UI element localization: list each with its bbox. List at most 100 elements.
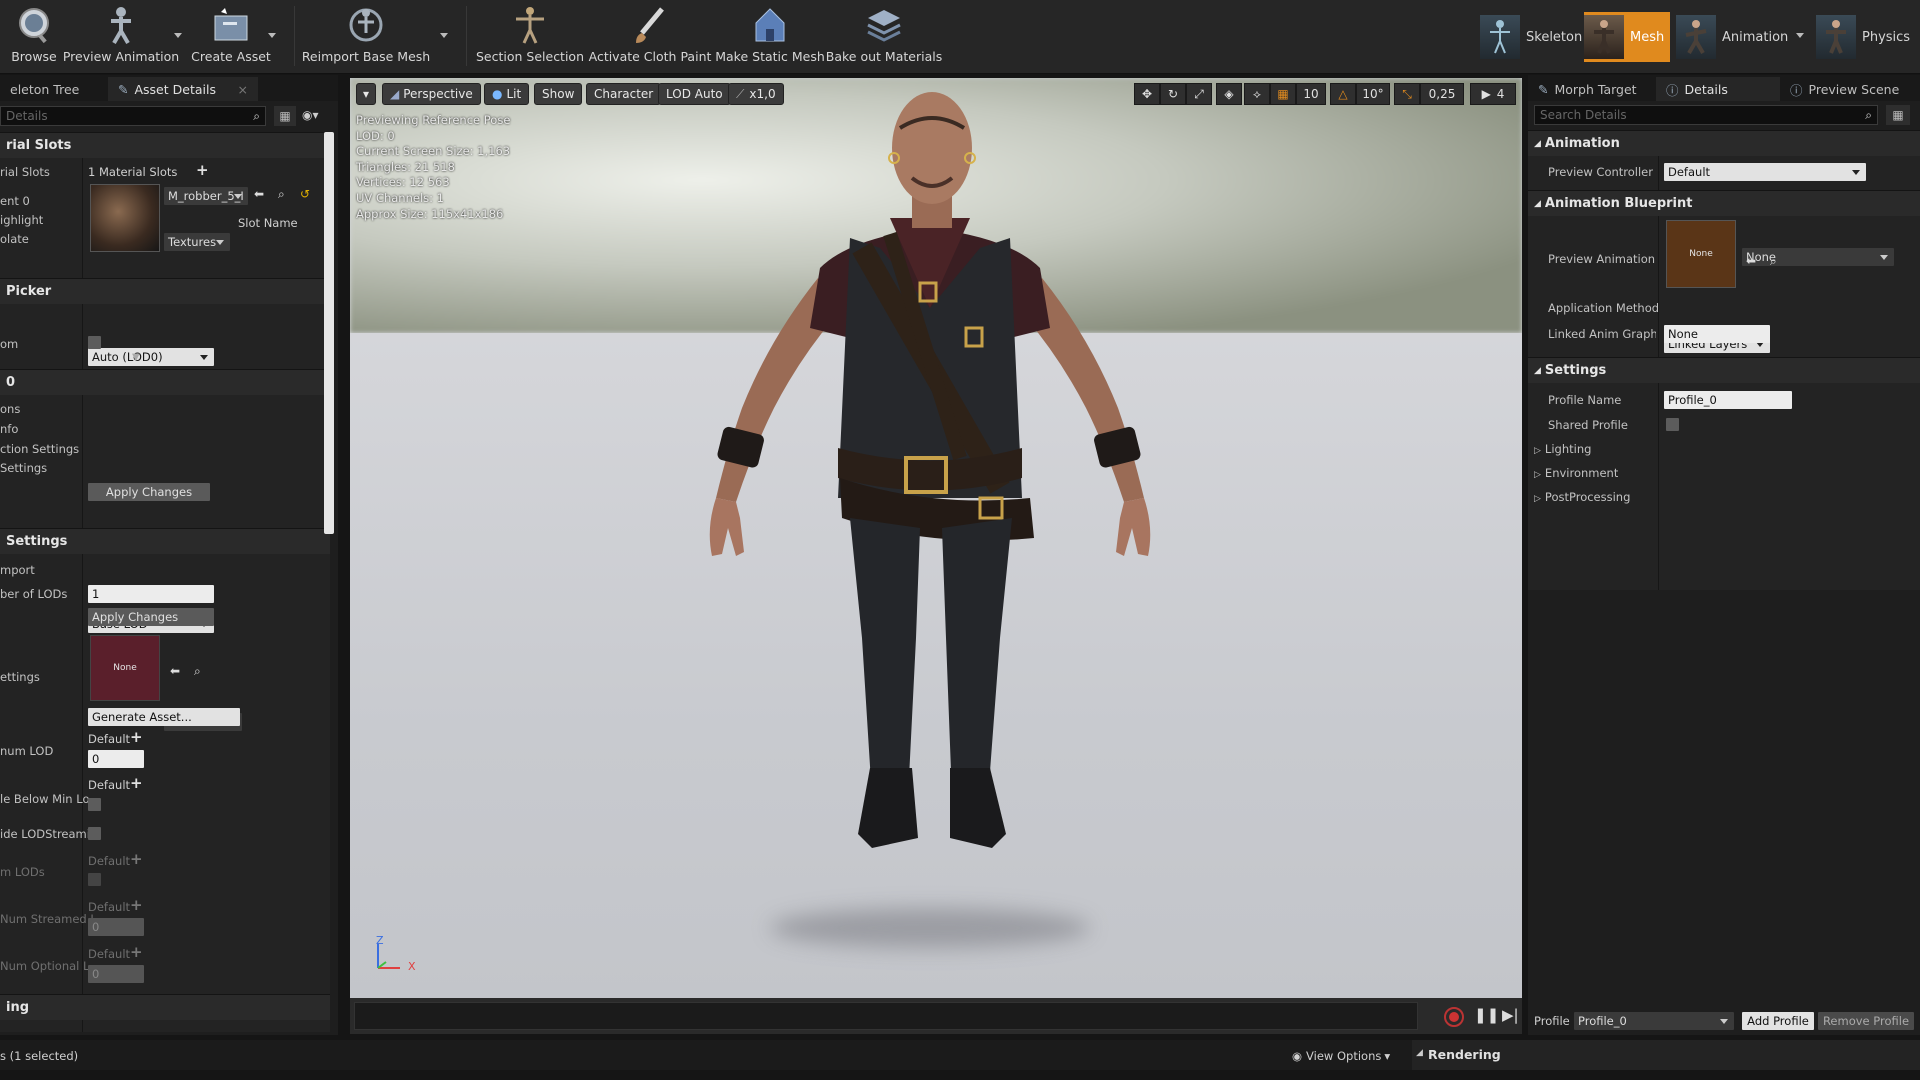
anim-blueprint-arrow-icon[interactable]: ⬅ xyxy=(1746,254,1756,268)
lod-settings-category[interactable]: Settings xyxy=(0,528,330,554)
scale-snap-icon[interactable]: ⤡ xyxy=(1394,83,1420,105)
step-forward-icon[interactable]: ▶| xyxy=(1502,1006,1519,1024)
lod-settings-search-icon[interactable]: ⌕ xyxy=(194,664,201,679)
anim-blueprint-search-icon[interactable]: ⌕ xyxy=(1770,254,1777,269)
activate-cloth-paint-button[interactable]: Activate Cloth Paint xyxy=(589,4,711,70)
perspective-button[interactable]: ◢ Perspective xyxy=(382,83,481,105)
shared-profile-checkbox[interactable] xyxy=(1666,418,1679,431)
postprocessing-group[interactable]: ▷ PostProcessing xyxy=(1534,490,1630,504)
lod-auto-button[interactable]: LOD Auto xyxy=(658,83,731,105)
tab-details[interactable]: ⓘ Details xyxy=(1656,77,1780,101)
record-icon[interactable] xyxy=(1444,1007,1464,1027)
profile-name-input[interactable]: Profile_0 xyxy=(1664,391,1792,409)
browse-search-icon[interactable]: ⌕ xyxy=(278,187,285,202)
remove-profile-button[interactable]: Remove Profile xyxy=(1818,1012,1914,1030)
mode-animation-button[interactable]: Animation xyxy=(1676,12,1788,62)
mode-skeleton-button[interactable]: Skeleton xyxy=(1480,12,1582,62)
view-options-grid-icon[interactable]: ▦ xyxy=(274,106,296,126)
lighting-group[interactable]: ▷ Lighting xyxy=(1534,442,1591,456)
override-lod-streaming-checkbox[interactable] xyxy=(88,827,101,840)
expand-advanced-icon[interactable]: ▼ xyxy=(132,352,140,363)
use-selected-arrow-icon[interactable]: ⬅ xyxy=(254,187,264,201)
scale-icon[interactable]: ⤢ xyxy=(1186,83,1212,105)
section-selection-button[interactable]: Section Selection xyxy=(476,4,584,70)
material-thumbnail[interactable] xyxy=(90,184,160,252)
add-profile-button[interactable]: Add Profile xyxy=(1742,1012,1814,1030)
grid-snap-value[interactable]: 10 xyxy=(1296,83,1326,105)
translate-icon[interactable]: ✥ xyxy=(1134,83,1160,105)
mode-physics-button[interactable]: Physics xyxy=(1816,12,1910,62)
camera-speed-button[interactable]: ▶ 4 xyxy=(1470,83,1516,105)
grid-snap-icon[interactable]: ▦ xyxy=(1270,83,1296,105)
preview-animation-button[interactable]: Preview Animation xyxy=(63,4,179,70)
world-local-icon[interactable]: ◈ xyxy=(1216,83,1242,105)
preview-controller-combo[interactable]: Default xyxy=(1664,163,1866,181)
right-search-input[interactable]: Search Details ⌕ xyxy=(1534,105,1878,125)
show-button[interactable]: Show xyxy=(534,83,583,105)
environment-group[interactable]: ▷ Environment xyxy=(1534,466,1618,480)
bake-out-materials-button[interactable]: Bake out Materials xyxy=(826,4,942,70)
linked-anim-graph-input[interactable]: None xyxy=(1664,325,1770,343)
rotate-icon[interactable]: ↻ xyxy=(1160,83,1186,105)
mode-mesh-button[interactable]: Mesh xyxy=(1584,12,1671,62)
playback-speed-button[interactable]: ⟋ x1,0 xyxy=(728,83,784,105)
settings-category[interactable]: ◢ Settings xyxy=(1528,357,1920,383)
animation-category[interactable]: ◢ Animation xyxy=(1528,130,1920,156)
number-of-lods-input[interactable]: 1 xyxy=(88,585,214,603)
anim-blueprint-combo[interactable]: None xyxy=(1742,248,1894,266)
lod-picker-category[interactable]: Picker xyxy=(0,278,330,304)
reimport-dropdown-icon[interactable] xyxy=(440,33,448,38)
lod-picker-combo[interactable]: Auto (LOD0) xyxy=(88,348,214,366)
left-scrollbar[interactable] xyxy=(324,132,334,534)
preview-animation-dropdown-icon[interactable] xyxy=(174,33,182,38)
browse-button[interactable]: Browse xyxy=(6,4,62,70)
left-search-input[interactable]: Details ⌕ xyxy=(0,106,266,126)
bottom-category[interactable]: ing xyxy=(0,994,330,1020)
rendering-section[interactable]: ◢ Rendering xyxy=(1412,1040,1920,1070)
generate-asset-button[interactable]: Generate Asset... xyxy=(88,708,240,726)
close-tab-icon[interactable]: × xyxy=(238,82,248,97)
apply-changes-button[interactable]: Apply Changes xyxy=(88,483,210,501)
lod-settings-arrow-icon[interactable]: ⬅ xyxy=(170,664,180,678)
animation-blueprint-category[interactable]: ◢ Animation Blueprint xyxy=(1528,190,1920,216)
lod0-category[interactable]: 0 xyxy=(0,369,330,395)
tab-skeleton-tree[interactable]: eleton Tree xyxy=(0,77,108,101)
reset-icon[interactable]: ↺ xyxy=(300,187,310,201)
material-combo[interactable]: M_robber_5_I xyxy=(164,187,248,205)
rotation-snap-value[interactable]: 10° xyxy=(1356,83,1390,105)
right-view-options-icon[interactable]: ▦ xyxy=(1886,105,1910,125)
tab-preview-scene[interactable]: ⓘ Preview Scene xyxy=(1780,77,1920,101)
custom-lod-checkbox[interactable] xyxy=(88,336,101,349)
visibility-eye-icon[interactable]: ◉▾ xyxy=(302,108,319,122)
create-asset-button[interactable]: Create Asset xyxy=(190,4,272,70)
material-slots-category[interactable]: rial Slots xyxy=(0,132,330,158)
lod-settings-thumbnail[interactable]: None xyxy=(90,635,160,701)
character-button[interactable]: Character xyxy=(586,83,662,105)
reimport-base-mesh-button[interactable]: Reimport Base Mesh xyxy=(302,4,430,70)
timeline-track[interactable] xyxy=(354,1002,1418,1030)
right-search-placeholder: Search Details xyxy=(1540,108,1627,122)
animation-mode-dropdown-icon[interactable] xyxy=(1796,33,1804,38)
make-static-mesh-button[interactable]: Make Static Mesh xyxy=(715,4,825,70)
view-options-button[interactable]: ◉ View Options ▾ xyxy=(1292,1049,1390,1063)
viewport-menu-button[interactable]: ▾ xyxy=(356,83,376,105)
lit-button[interactable]: ● Lit xyxy=(484,83,530,105)
character-mesh[interactable] xyxy=(650,78,1210,978)
apply-changes-button-2[interactable]: Apply Changes xyxy=(88,608,214,626)
min-lod-add-icon[interactable]: + xyxy=(130,730,143,745)
tab-morph-target[interactable]: ✎ Morph Target xyxy=(1528,77,1656,101)
profile-combo[interactable]: Profile_0 xyxy=(1574,1012,1734,1030)
tab-asset-details[interactable]: ✎ Asset Details × xyxy=(108,77,258,101)
anim-blueprint-thumbnail[interactable]: None xyxy=(1666,220,1736,288)
min-lod-input[interactable]: 0 xyxy=(88,750,144,768)
pause-icon[interactable]: ❚❚ xyxy=(1474,1006,1499,1024)
scale-snap-value[interactable]: 0,25 xyxy=(1420,83,1464,105)
viewport[interactable]: ▾ ◢ Perspective ● Lit Show Character LOD A… xyxy=(350,78,1522,998)
create-asset-dropdown-icon[interactable] xyxy=(268,33,276,38)
add-material-slot-icon[interactable]: + xyxy=(196,163,209,178)
rotation-snap-icon[interactable]: △ xyxy=(1330,83,1356,105)
textures-combo[interactable]: Textures xyxy=(164,233,230,251)
surface-snap-icon[interactable]: ⟡ xyxy=(1244,83,1270,105)
disable-below-add-icon[interactable]: + xyxy=(130,776,143,791)
disable-below-min-lod-checkbox[interactable] xyxy=(88,798,101,811)
